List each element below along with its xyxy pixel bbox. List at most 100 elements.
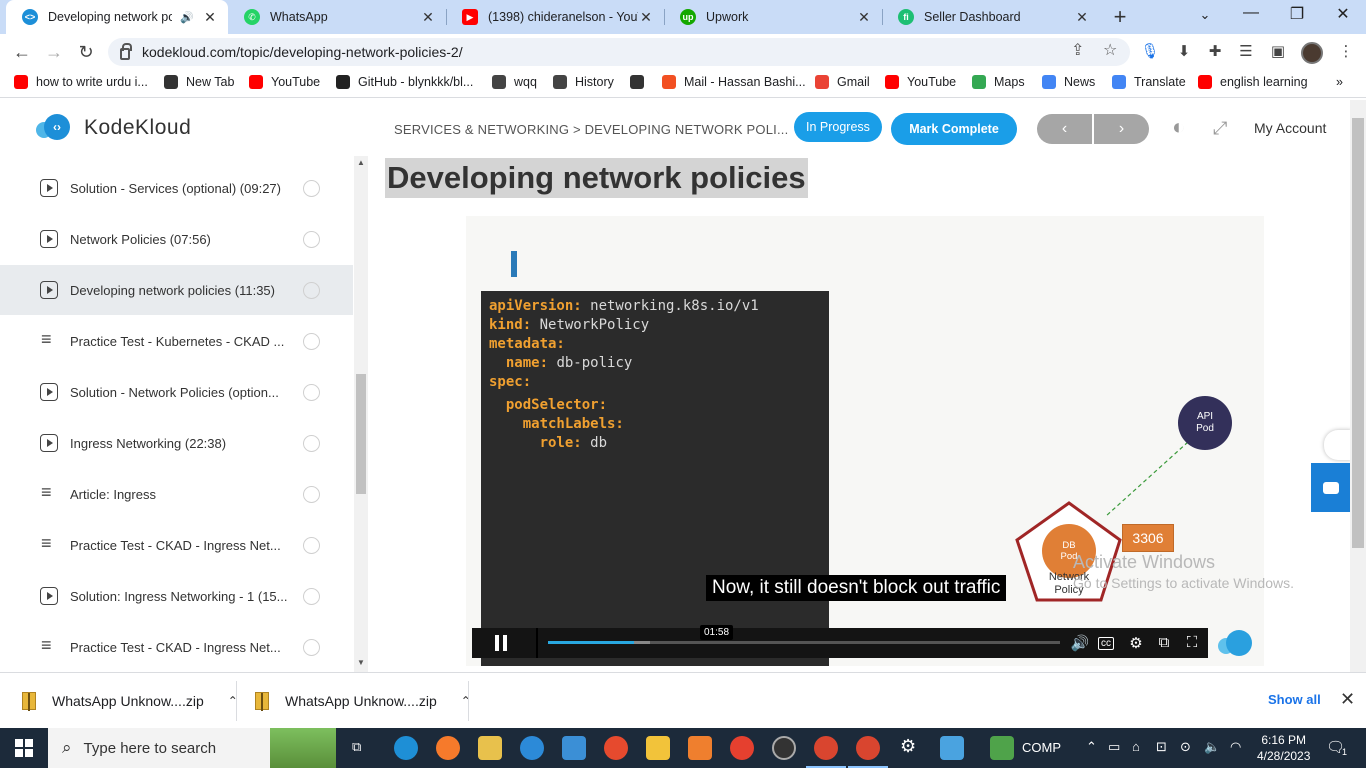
breadcrumb[interactable]: SERVICES & NETWORKING > DEVELOPING NETWO… — [394, 122, 788, 137]
bookmark-gmail[interactable]: Gmail — [815, 75, 870, 89]
pause-icon[interactable] — [494, 635, 508, 651]
bookmark-wqq[interactable]: wqq — [492, 75, 537, 89]
sidebar-lesson-item[interactable]: Practice Test - Kubernetes - CKAD ... — [0, 316, 353, 366]
in-progress-button[interactable]: In Progress — [794, 112, 882, 142]
previous-lesson-button[interactable]: ‹ — [1037, 114, 1092, 144]
completion-circle-icon[interactable] — [303, 638, 320, 656]
chevron-up-icon[interactable]: ⌃ — [461, 694, 471, 708]
side-panel-icon[interactable]: ▣ — [1268, 42, 1288, 62]
restore-button[interactable]: ❐ — [1282, 4, 1312, 24]
bookmark-news[interactable]: News — [1042, 75, 1095, 89]
extensions-puzzle-icon[interactable]: ✚ — [1205, 42, 1225, 62]
sidebar-lesson-item[interactable]: Network Policies (07:56) — [0, 214, 353, 264]
bookmark-youtube[interactable]: YouTube — [249, 75, 320, 89]
chrome-profile-2-icon[interactable] — [848, 736, 888, 768]
bookmark-history[interactable]: History — [553, 75, 614, 89]
progress-track[interactable]: 01:58 — [548, 625, 1060, 644]
menu-dots-icon[interactable]: ⋮ — [1336, 42, 1356, 62]
mark-complete-button[interactable]: Mark Complete — [891, 113, 1017, 145]
sidebar-lesson-item[interactable]: Article: Ingress — [0, 469, 353, 519]
bookmark-star-icon[interactable]: ☆ — [1103, 40, 1117, 60]
sidebar-lesson-item[interactable]: Solution: Ingress Networking - 1 (15... — [0, 571, 353, 621]
fullscreen-icon[interactable]: ⤢ — [1213, 118, 1227, 139]
next-lesson-button[interactable]: › — [1094, 114, 1149, 144]
camera-tray-icon[interactable]: ⊙ — [1180, 739, 1191, 755]
settings-gear-icon[interactable]: ⚙ — [900, 736, 916, 757]
download-item[interactable]: WhatsApp Unknow....zip ⌃ — [22, 673, 238, 729]
sidebar-lesson-item[interactable]: Solution - Network Policies (option... — [0, 367, 353, 417]
bookmark-translate[interactable]: Translate — [1112, 75, 1186, 89]
my-account-link[interactable]: My Account — [1254, 120, 1326, 136]
comp-label[interactable]: COMP — [1022, 740, 1061, 755]
sidebar-scrollbar[interactable]: ▲ ▼ — [354, 156, 368, 672]
tab-youtube[interactable]: ▶ (1398) chideranelson - YouTu ✕ — [446, 0, 664, 34]
volume-icon[interactable]: 🔊 — [1070, 634, 1090, 652]
bookmark-how-to-write-urdu[interactable]: how to write urdu i... — [14, 75, 148, 89]
bookmark-mail-hassan[interactable]: Mail - Hassan Bashi... — [662, 75, 806, 89]
tab-search-icon[interactable]: ⌄ — [1190, 7, 1220, 23]
network-icon[interactable]: ⌂ — [1132, 739, 1140, 754]
chrome-profile-icon[interactable] — [806, 736, 846, 768]
completion-circle-icon[interactable] — [303, 587, 320, 605]
picture-in-picture-icon[interactable]: ⧉ — [1154, 634, 1174, 651]
profile-avatar[interactable] — [1301, 42, 1323, 64]
system-clock[interactable]: 6:16 PM 4/28/2023 — [1257, 732, 1310, 764]
camera-app-icon[interactable] — [772, 736, 796, 760]
app-swirl-icon[interactable] — [604, 736, 628, 760]
edge-icon[interactable] — [394, 736, 418, 760]
bookmark-new-tab[interactable]: New Tab — [164, 75, 234, 89]
settings-gear-icon[interactable]: ⚙ — [1126, 634, 1146, 652]
bookmark-github[interactable]: GitHub - blynkkk/bl... — [336, 75, 473, 89]
windows-start-icon[interactable] — [15, 739, 33, 757]
dark-mode-icon[interactable]: ◐ — [1172, 114, 1185, 140]
tab-seller-dashboard[interactable]: fi Seller Dashboard ✕ — [882, 0, 1100, 34]
sidebar-lesson-item[interactable]: Developing network policies (11:35) — [0, 265, 353, 315]
chrome-icon[interactable] — [730, 736, 754, 760]
tray-app-icon[interactable]: ⊡ — [1156, 739, 1167, 755]
speaker-icon[interactable]: 🔊 — [180, 11, 194, 24]
sidebar-lesson-item[interactable]: Practice Test - CKAD - Ingress Net... — [0, 622, 353, 672]
extension-download-icon[interactable]: ⬇ — [1174, 42, 1194, 62]
minimize-button[interactable]: — — [1236, 4, 1266, 22]
sidebar-lesson-item[interactable]: Practice Test - CKAD - Ingress Net... — [0, 520, 353, 570]
bookmark-english-learning[interactable]: english learning — [1198, 75, 1308, 89]
close-tab-icon[interactable]: ✕ — [1074, 9, 1090, 26]
sidebar-lesson-item[interactable]: Solution - Services (optional) (09:27) — [0, 163, 353, 213]
page-scrollbar[interactable] — [1350, 100, 1366, 672]
download-item[interactable]: WhatsApp Unknow....zip ⌃ — [255, 673, 471, 729]
close-tab-icon[interactable]: ✕ — [638, 9, 654, 26]
kodekloud-logo[interactable]: ‹› KodeKloud — [36, 114, 191, 142]
completion-circle-icon[interactable] — [303, 230, 320, 248]
completion-circle-icon[interactable] — [303, 332, 320, 350]
skype-icon[interactable] — [520, 736, 544, 760]
address-bar[interactable]: kodekloud.com/topic/developing-network-p… — [108, 38, 1130, 66]
share-icon[interactable]: ⇪ — [1071, 40, 1084, 60]
close-tab-icon[interactable]: ✕ — [856, 9, 872, 26]
video-player[interactable]: apiVersion: networking.k8s.io/v1 kind: Ne… — [466, 216, 1264, 666]
completion-circle-icon[interactable] — [303, 179, 320, 197]
new-tab-button[interactable]: + — [1108, 4, 1132, 30]
settings-app-icon[interactable] — [688, 736, 712, 760]
back-button[interactable]: ← — [10, 40, 34, 64]
tab-upwork[interactable]: up Upwork ✕ — [664, 0, 882, 34]
bookmark-maps[interactable]: Maps — [972, 75, 1025, 89]
reload-button[interactable]: ↻ — [74, 40, 98, 64]
captions-icon[interactable]: cc — [1098, 637, 1114, 650]
forward-button[interactable]: → — [42, 40, 66, 64]
completion-circle-icon[interactable] — [303, 383, 320, 401]
voice-search-icon[interactable]: 🎙 — [1140, 42, 1160, 62]
tab-developing-network-policies[interactable]: <> Developing network poli 🔊 ✕ — [6, 0, 228, 34]
fullscreen-video-icon[interactable]: ⛶ — [1182, 634, 1202, 651]
more-bookmarks-icon[interactable]: » — [1336, 75, 1343, 89]
close-downloads-icon[interactable]: ✕ — [1340, 689, 1355, 710]
firefox-icon[interactable] — [436, 736, 460, 760]
close-window-button[interactable]: ✕ — [1328, 4, 1358, 24]
chevron-up-icon[interactable]: ⌃ — [1086, 739, 1097, 755]
bookmark-globe[interactable] — [630, 75, 652, 89]
completion-circle-icon[interactable] — [303, 434, 320, 452]
tab-whatsapp[interactable]: ✆ WhatsApp ✕ — [228, 0, 446, 34]
chat-widget-icon[interactable] — [1311, 463, 1350, 512]
completion-circle-icon[interactable] — [303, 485, 320, 503]
close-tab-icon[interactable]: ✕ — [420, 9, 436, 26]
mail-icon[interactable] — [562, 736, 586, 760]
